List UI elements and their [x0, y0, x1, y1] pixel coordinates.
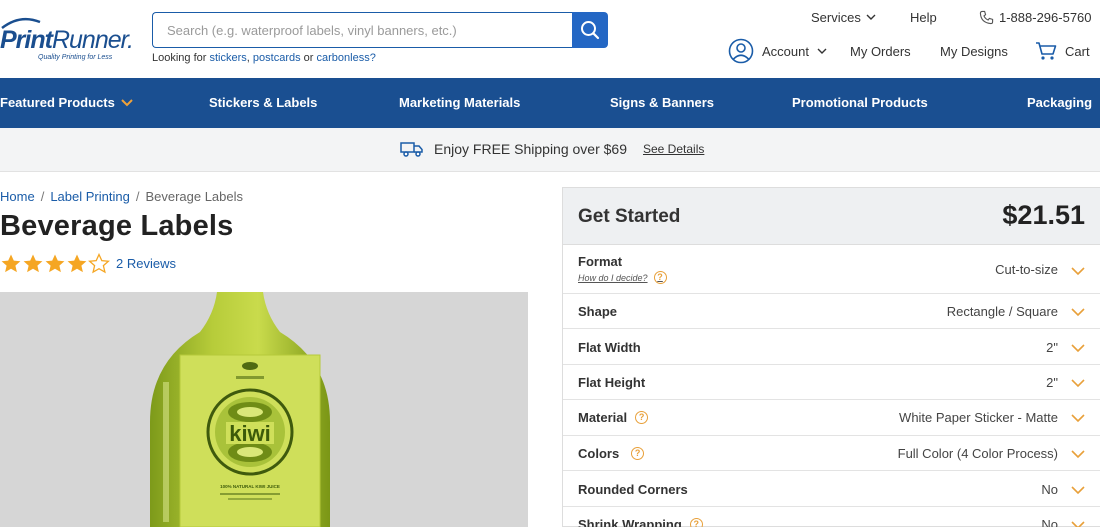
- help-question-icon[interactable]: ?: [635, 411, 649, 424]
- account-menu[interactable]: Account: [728, 38, 827, 64]
- option-value: Rectangle / Square: [946, 304, 1058, 319]
- star-filled-icon: [1, 254, 21, 273]
- chevron-down-icon: [1071, 308, 1085, 317]
- truck-icon: [400, 142, 423, 157]
- option-material[interactable]: Material ? White Paper Sticker - Matte: [563, 400, 1100, 436]
- option-label: Shape: [578, 304, 618, 319]
- star-rating[interactable]: [0, 253, 110, 274]
- my-orders-link[interactable]: My Orders: [850, 38, 911, 64]
- option-label: Flat Width: [578, 340, 641, 355]
- nav-signs-banners[interactable]: Signs & Banners: [610, 78, 714, 128]
- option-label: Flat Height: [578, 375, 646, 390]
- my-designs-link[interactable]: My Designs: [940, 38, 1008, 64]
- help-question-icon[interactable]: ?: [631, 447, 645, 460]
- user-avatar-icon: [728, 38, 754, 64]
- chevron-down-icon: [1071, 450, 1085, 459]
- help-link[interactable]: Help: [910, 10, 937, 25]
- option-value: 2": [1046, 375, 1058, 390]
- option-rounded-corners[interactable]: Rounded Corners No: [563, 471, 1100, 507]
- option-value: Cut-to-size: [995, 262, 1058, 277]
- utility-links: Services Help 1-888-296-5760: [0, 10, 1100, 26]
- bottle-illustration: kiwi 100% NATURAL KIWI JUICE: [150, 292, 330, 527]
- product-image: kiwi 100% NATURAL KIWI JUICE: [0, 292, 528, 527]
- cart-icon: [1036, 42, 1057, 60]
- nav-stickers-labels[interactable]: Stickers & Labels: [209, 78, 317, 128]
- site-header: PrintRunner. Quality Printing for Less L…: [0, 0, 1100, 78]
- nav-marketing-materials[interactable]: Marketing Materials: [399, 78, 520, 128]
- option-label: Shrink Wrapping: [578, 517, 682, 527]
- help-question-icon: ?: [653, 271, 667, 284]
- product-rating: 2 Reviews: [0, 253, 176, 274]
- bottle-label-text: kiwi: [229, 421, 271, 446]
- configurator-title: Get Started: [578, 206, 681, 227]
- account-links: Account My Orders My Designs Cart: [0, 38, 1100, 64]
- cart-link[interactable]: Cart: [1035, 38, 1090, 64]
- option-shrink-wrapping[interactable]: Shrink Wrapping ? No: [563, 507, 1100, 527]
- option-label: Colors: [578, 446, 620, 461]
- option-flat-width[interactable]: Flat Width 2": [563, 329, 1100, 365]
- option-label: Rounded Corners: [578, 482, 688, 497]
- star-filled-icon: [45, 254, 65, 273]
- option-value: White Paper Sticker - Matte: [899, 410, 1058, 425]
- chevron-down-icon: [1071, 414, 1085, 423]
- chevron-down-icon: [1071, 521, 1085, 527]
- help-question-icon[interactable]: ?: [689, 518, 703, 527]
- breadcrumb: Home / Label Printing / Beverage Labels: [0, 189, 244, 204]
- chevron-down-icon: [1071, 344, 1085, 353]
- chevron-down-icon: [1071, 267, 1085, 276]
- option-flat-height[interactable]: Flat Height 2": [563, 365, 1100, 400]
- phone-icon: [979, 10, 994, 25]
- breadcrumb-current: Beverage Labels: [145, 189, 244, 204]
- see-details-link[interactable]: See Details: [643, 142, 704, 156]
- option-value: No: [1041, 517, 1058, 527]
- option-value: Full Color (4 Color Process): [897, 446, 1058, 461]
- chevron-down-icon: [121, 99, 133, 107]
- breadcrumb-label-printing[interactable]: Label Printing: [50, 189, 130, 204]
- nav-promotional-products[interactable]: Promotional Products: [792, 78, 928, 128]
- breadcrumb-home[interactable]: Home: [0, 189, 35, 204]
- option-value: No: [1041, 482, 1058, 497]
- shipping-banner: Enjoy FREE Shipping over $69 See Details: [0, 128, 1100, 172]
- services-menu[interactable]: Services: [811, 10, 876, 25]
- shipping-text: Enjoy FREE Shipping over $69: [434, 141, 627, 157]
- chevron-down-icon: [866, 14, 876, 20]
- chevron-down-icon: [1071, 379, 1085, 388]
- nav-packaging[interactable]: Packaging: [1027, 78, 1092, 128]
- nav-featured-products[interactable]: Featured Products: [0, 78, 133, 128]
- reviews-link[interactable]: 2 Reviews: [116, 256, 176, 271]
- chevron-down-icon: [817, 48, 827, 54]
- how-do-i-decide-link[interactable]: How do I decide? ?: [578, 271, 667, 284]
- option-label: Format: [578, 254, 623, 269]
- chevron-down-icon: [1071, 486, 1085, 495]
- bottle-label-small-text: 100% NATURAL KIWI JUICE: [220, 484, 280, 489]
- option-format[interactable]: Format How do I decide? ? Cut-to-size: [563, 245, 1100, 294]
- page-title: Beverage Labels: [0, 210, 234, 242]
- product-price: $21.51: [1002, 200, 1085, 230]
- option-shape[interactable]: Shape Rectangle / Square: [563, 294, 1100, 329]
- phone-link[interactable]: 1-888-296-5760: [979, 10, 1092, 25]
- option-label: Material: [578, 410, 628, 425]
- main-navigation: Featured Products Stickers & Labels Mark…: [0, 78, 1100, 128]
- option-value: 2": [1046, 340, 1058, 355]
- star-filled-icon: [23, 254, 43, 273]
- option-colors[interactable]: Colors ? Full Color (4 Color Process): [563, 436, 1100, 471]
- product-configurator: Get Started $21.51 Format How do I decid…: [562, 187, 1100, 527]
- star-empty-icon: [88, 253, 110, 274]
- star-filled-icon: [67, 254, 87, 273]
- configurator-header: Get Started $21.51: [563, 188, 1100, 245]
